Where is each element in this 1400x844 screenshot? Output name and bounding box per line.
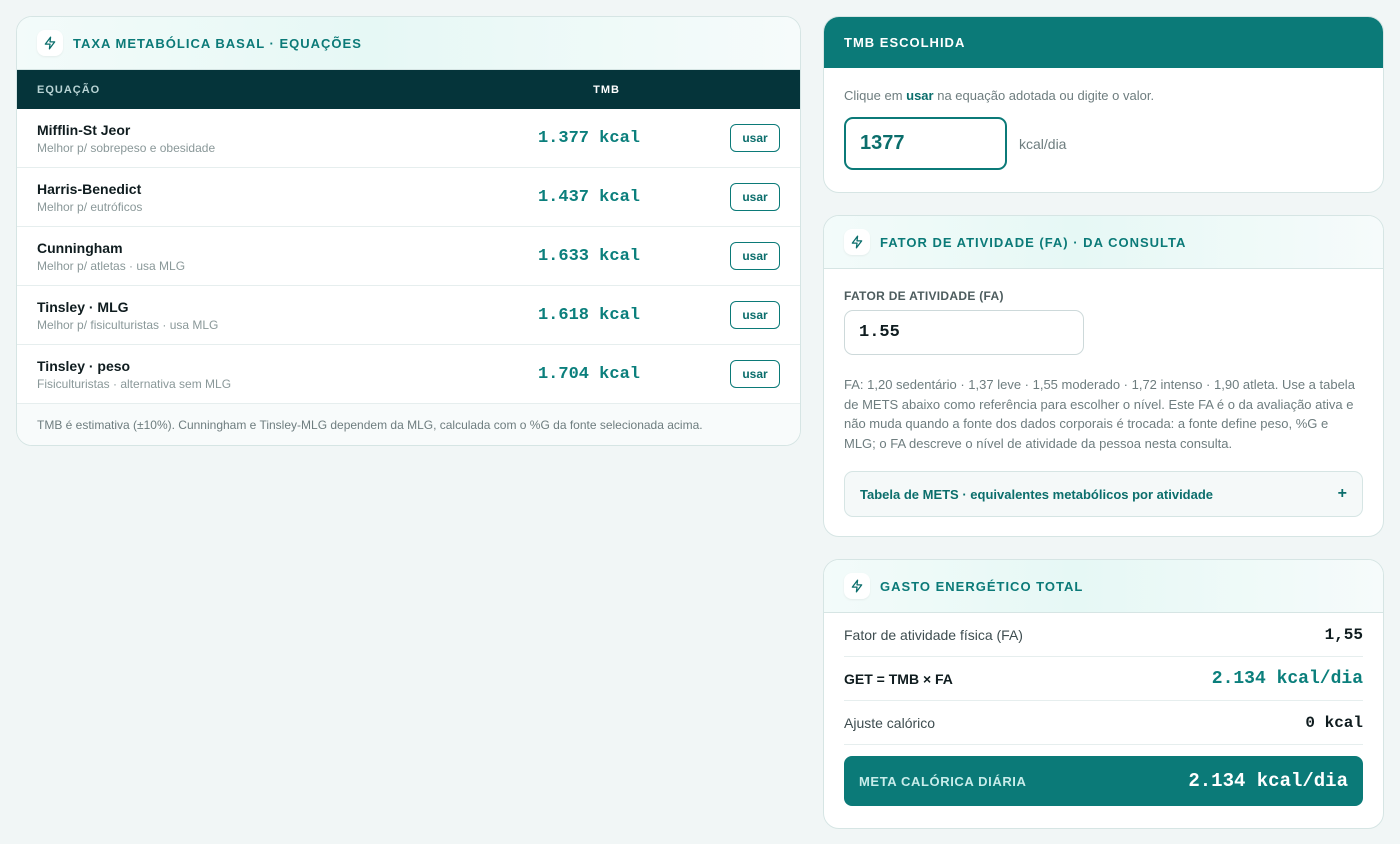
get-card-title: GASTO ENERGÉTICO TOTAL [880,578,1084,594]
equation-name: Tinsley · peso [37,357,131,374]
use-equation-button[interactable]: usar [730,242,780,270]
list-item: GET = TMB × FA 2.134 kcal/dia [844,657,1363,701]
equation-description: Melhor p/ atletas · usa MLG [37,258,186,273]
mets-table-toggle[interactable]: Tabela de METS · equivalentes metabólico… [844,471,1363,518]
daily-goal-label: META CALÓRICA DIÁRIA [859,773,1027,789]
equation-tmb-value: 1.704 kcal [537,364,640,384]
table-row: Tinsley · MLG Melhor p/ fisiculturistas … [17,286,800,345]
bolt-icon [37,30,63,56]
chosen-tmb-input[interactable] [844,117,1007,170]
get-card-header: GASTO ENERGÉTICO TOTAL [824,560,1383,613]
fa-card-header: FATOR DE ATIVIDADE (FA) · DA CONSULTA [824,216,1383,269]
equation-tmb-value: 1.377 kcal [537,128,640,148]
tmb-card-title: TAXA METABÓLICA BASAL · EQUAÇÕES [73,35,362,51]
fa-row-value: 1,55 [1324,625,1363,644]
adjustment-row-label: Ajuste calórico [844,714,936,731]
fa-row-label: Fator de atividade física (FA) [844,626,1023,643]
chosen-tmb-hint: Clique em usar na equação adotada ou dig… [844,88,1155,103]
bolt-icon [844,573,870,599]
equation-description: Fisiculturistas · alternativa sem MLG [37,376,232,391]
fa-help-text: FA: 1,20 sedentário · 1,37 leve · 1,55 m… [844,377,1355,451]
equation-name: Cunningham [37,239,123,256]
equation-description: Melhor p/ sobrepeso e obesidade [37,140,216,155]
table-row: Mifflin-St Jeor Melhor p/ sobrepeso e ob… [17,109,800,168]
equations-table-header: EQUAÇÃO TMB [17,70,800,109]
equation-tmb-value: 1.437 kcal [537,187,640,207]
tmb-card-header: TAXA METABÓLICA BASAL · EQUAÇÕES [17,17,800,70]
equation-name: Tinsley · MLG [37,298,129,315]
hint-keyword: usar [906,88,934,103]
adjustment-row-value: 0 kcal [1305,713,1363,732]
daily-goal-value: 2.134 kcal/dia [1188,770,1348,792]
equation-name: Mifflin-St Jeor [37,121,131,138]
list-item: Ajuste calórico 0 kcal [844,701,1363,745]
bolt-icon [844,229,870,255]
list-item: Fator de atividade física (FA) 1,55 [844,613,1363,657]
tmb-footnote: TMB é estimativa (±10%). Cunningham e Ti… [17,404,800,445]
column-header-tmb: TMB [593,83,620,96]
use-equation-button[interactable]: usar [730,124,780,152]
total-energy-card: GASTO ENERGÉTICO TOTAL Fator de atividad… [823,559,1384,829]
equation-tmb-value: 1.618 kcal [537,305,640,325]
plus-icon: + [1337,485,1347,503]
chosen-tmb-card: TMB ESCOLHIDA Clique em usar na equação … [823,16,1384,193]
column-header-equation: EQUAÇÃO [37,83,101,96]
fa-field-label: FATOR DE ATIVIDADE (FA) [844,289,1004,303]
activity-factor-input[interactable] [844,310,1084,355]
table-row: Harris-Benedict Melhor p/ eutróficos 1.4… [17,168,800,227]
use-equation-button[interactable]: usar [730,360,780,388]
equation-description: Melhor p/ fisiculturistas · usa MLG [37,317,219,332]
chosen-tmb-title: TMB ESCOLHIDA [824,17,1383,68]
get-row-label: GET = TMB × FA [844,670,953,687]
mets-toggle-label: Tabela de METS · equivalentes metabólico… [860,486,1214,502]
tmb-equations-card: TAXA METABÓLICA BASAL · EQUAÇÕES EQUAÇÃO… [16,16,801,446]
chosen-tmb-unit: kcal/dia [1019,135,1067,152]
table-row: Cunningham Melhor p/ atletas · usa MLG 1… [17,227,800,286]
daily-calorie-goal-bar: META CALÓRICA DIÁRIA 2.134 kcal/dia [844,756,1363,806]
use-equation-button[interactable]: usar [730,301,780,329]
get-row-value: 2.134 kcal/dia [1211,668,1363,689]
activity-factor-card: FATOR DE ATIVIDADE (FA) · DA CONSULTA FA… [823,215,1384,537]
equation-name: Harris-Benedict [37,180,142,197]
equation-description: Melhor p/ eutróficos [37,199,143,214]
equation-tmb-value: 1.633 kcal [537,246,640,266]
table-row: Tinsley · peso Fisiculturistas · alterna… [17,345,800,404]
use-equation-button[interactable]: usar [730,183,780,211]
fa-card-title: FATOR DE ATIVIDADE (FA) · DA CONSULTA [880,234,1187,250]
